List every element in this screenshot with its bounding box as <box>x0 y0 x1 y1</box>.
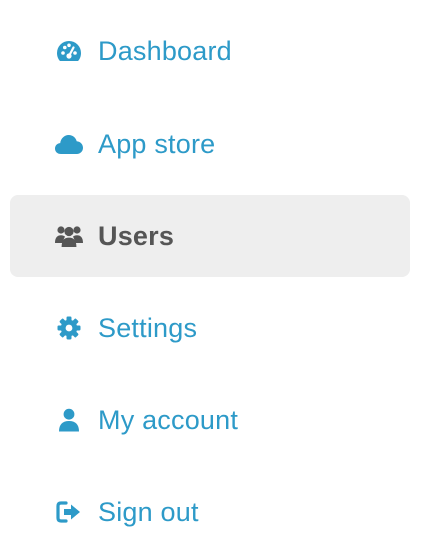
cloud-icon <box>54 129 84 159</box>
nav-item-label: App store <box>98 128 216 159</box>
nav-item-users[interactable]: Users <box>10 195 410 277</box>
gear-icon <box>54 313 84 343</box>
nav-item-app-store[interactable]: App store <box>10 103 410 185</box>
user-icon <box>54 405 84 435</box>
nav-item-dashboard[interactable]: Dashboard <box>10 10 410 92</box>
nav-item-label: My account <box>98 404 239 435</box>
nav-item-my-account[interactable]: My account <box>10 379 410 461</box>
nav-item-label: Sign out <box>98 496 199 527</box>
nav-item-sign-out[interactable]: Sign out <box>10 471 410 553</box>
dashboard-icon <box>54 36 84 66</box>
nav-item-label: Users <box>98 220 175 251</box>
nav-item-settings[interactable]: Settings <box>10 287 410 369</box>
sidebar-nav: Dashboard App store Users Settings My ac… <box>0 0 430 558</box>
users-icon <box>54 221 84 251</box>
nav-item-label: Dashboard <box>98 35 232 66</box>
nav-item-label: Settings <box>98 312 198 343</box>
sign-out-icon <box>54 497 84 527</box>
